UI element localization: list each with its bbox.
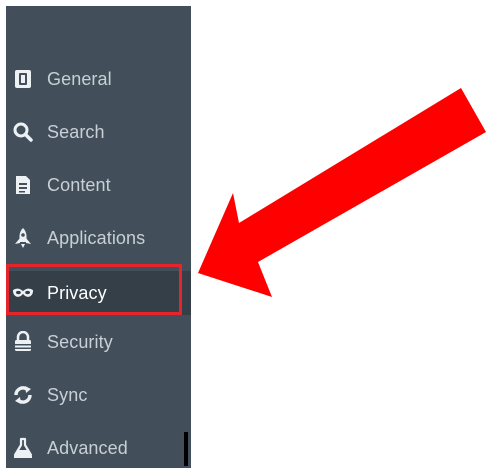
red-pointer-arrow — [198, 88, 486, 297]
arrow-shape — [198, 88, 486, 297]
